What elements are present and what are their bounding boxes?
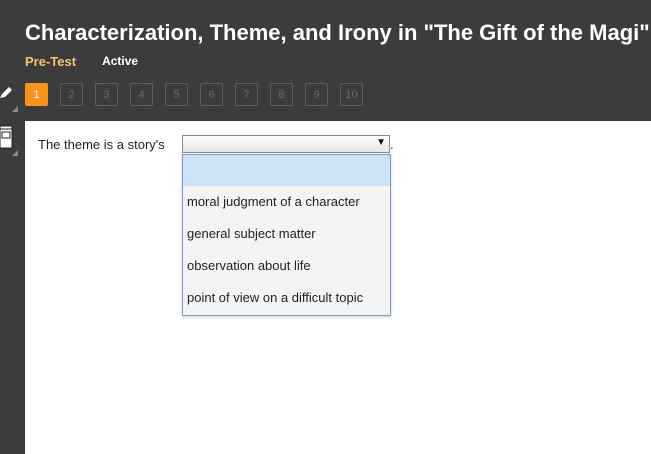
question-button-1[interactable]: 1 xyxy=(25,83,48,106)
status-label: Active xyxy=(102,54,139,68)
header: Characterization, Theme, and Irony in "T… xyxy=(0,0,651,121)
answer-select[interactable]: ▼ xyxy=(182,135,390,153)
pencil-tool-button[interactable] xyxy=(0,76,18,116)
notepad-icon xyxy=(0,120,18,160)
test-status-row: Pre-Test Active xyxy=(25,53,138,69)
pencil-icon xyxy=(0,76,18,116)
question-button-10[interactable]: 10 xyxy=(340,83,363,106)
question-button-5[interactable]: 5 xyxy=(165,83,188,106)
dropdown-arrow-icon: ▼ xyxy=(376,137,386,148)
option-point-of-view[interactable]: point of view on a difficult topic xyxy=(183,282,390,314)
question-button-2[interactable]: 2 xyxy=(60,83,83,106)
sentence-end: . xyxy=(390,137,394,152)
question-content: The theme is a story's ▼ . moral judgmen… xyxy=(25,121,651,454)
question-button-8[interactable]: 8 xyxy=(270,83,293,106)
question-button-3[interactable]: 3 xyxy=(95,83,118,106)
option-observation-about-life[interactable]: observation about life xyxy=(183,250,390,282)
option-moral-judgment[interactable]: moral judgment of a character xyxy=(183,186,390,218)
page-title: Characterization, Theme, and Irony in "T… xyxy=(25,20,650,45)
question-button-4[interactable]: 4 xyxy=(130,83,153,106)
question-button-6[interactable]: 6 xyxy=(200,83,223,106)
tool-rail xyxy=(0,76,25,454)
answer-options-list: moral judgment of a character general su… xyxy=(182,154,391,316)
question-prompt: The theme is a story's xyxy=(38,137,165,152)
option-general-subject[interactable]: general subject matter xyxy=(183,218,390,250)
question-button-9[interactable]: 9 xyxy=(305,83,328,106)
test-mode-label: Pre-Test xyxy=(25,53,77,69)
option-blank[interactable] xyxy=(183,155,390,186)
question-navigation: 1 2 3 4 5 6 7 8 9 10 xyxy=(25,83,363,106)
notepad-tool-button[interactable] xyxy=(0,120,18,160)
question-button-7[interactable]: 7 xyxy=(235,83,258,106)
